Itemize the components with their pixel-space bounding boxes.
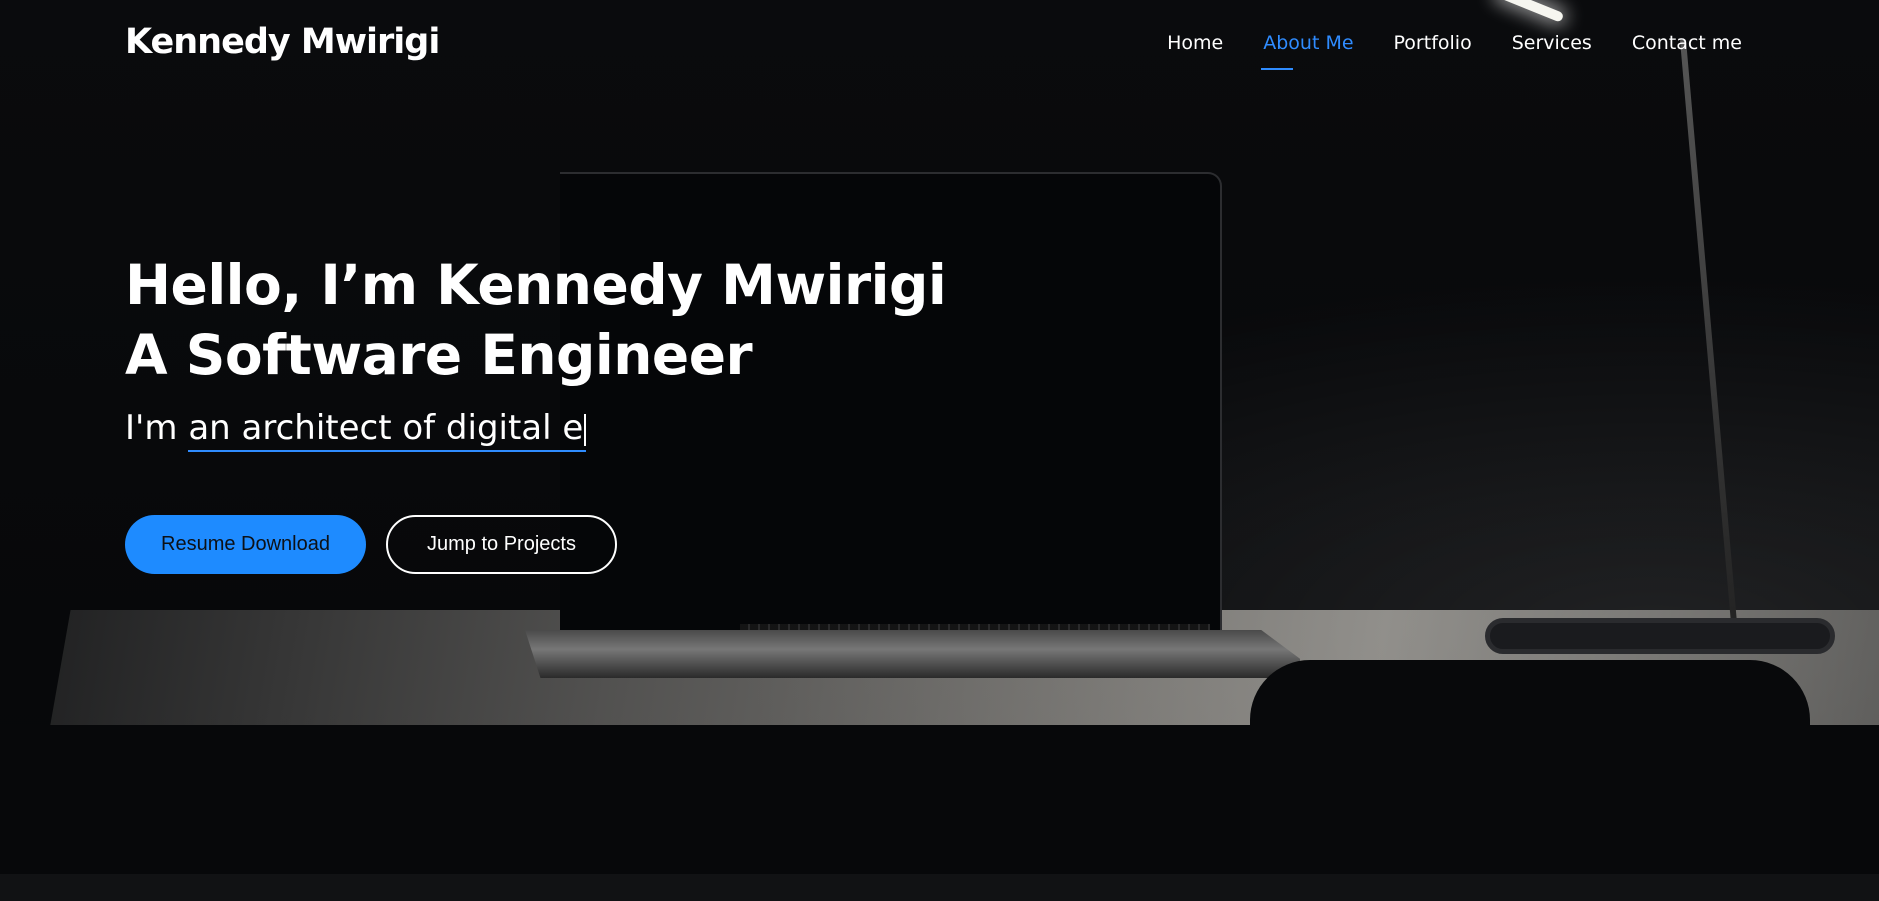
chair-silhouette [1250, 660, 1810, 874]
nav-item-portfolio[interactable]: Portfolio [1394, 32, 1472, 60]
laptop-base-image [525, 630, 1300, 678]
lamp-arm-image [1680, 39, 1739, 638]
lamp-light-image [1495, 0, 1565, 23]
main-nav: Home About Me Portfolio Services Contact… [1167, 32, 1742, 70]
site-brand-logo[interactable]: Kennedy Mwirigi [125, 22, 440, 62]
nav-item-home[interactable]: Home [1167, 32, 1223, 60]
jump-to-projects-button[interactable]: Jump to Projects [386, 515, 617, 574]
nav-item-about-me[interactable]: About Me [1261, 32, 1354, 70]
bottom-strip [0, 874, 1879, 901]
typed-prefix: I'm [125, 408, 178, 448]
typed-text-value: an architect of digital e [188, 408, 584, 448]
hero-title-line-1: Hello, I’m Kennedy Mwirigi [125, 253, 947, 317]
hero-title: Hello, I’m Kennedy Mwirigi A Software En… [125, 250, 947, 390]
nav-item-services[interactable]: Services [1512, 32, 1592, 60]
hero-title-line-2: A Software Engineer [125, 323, 753, 387]
resume-download-button[interactable]: Resume Download [125, 515, 366, 574]
hero-section: Kennedy Mwirigi Home About Me Portfolio … [0, 0, 1879, 874]
nav-item-contact-me[interactable]: Contact me [1632, 32, 1742, 60]
typed-text: an architect of digital e [188, 408, 587, 452]
lamp-base-image [1485, 618, 1835, 654]
laptop-screen-image [560, 172, 1222, 632]
typed-tagline: I'm an architect of digital e [125, 408, 587, 452]
typing-caret-icon [584, 413, 587, 446]
